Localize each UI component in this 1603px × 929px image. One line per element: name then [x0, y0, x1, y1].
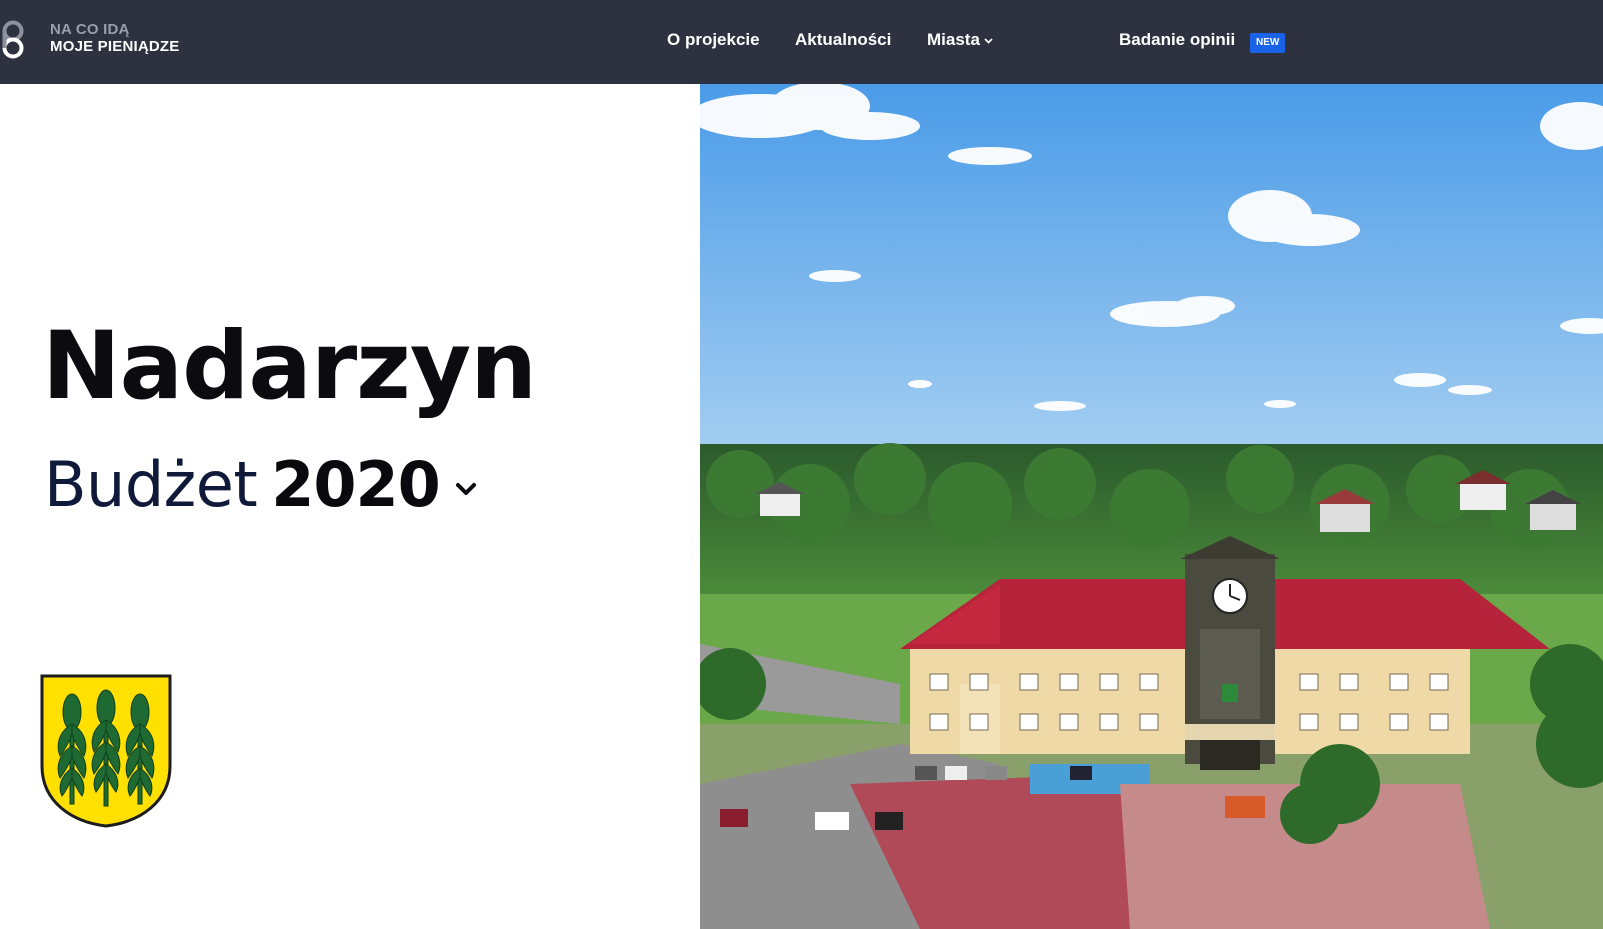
town-hall-aerial-photo [700, 84, 1603, 929]
new-badge: NEW [1250, 33, 1286, 53]
chevron-down-icon[interactable] [452, 479, 480, 499]
site-logo[interactable]: NA CO IDĄ MOJE PIENIĄDZE [0, 14, 220, 64]
logo-text-top: NA CO IDĄ [50, 21, 130, 38]
budget-year-selector[interactable]: Budżet 2020 [44, 448, 476, 521]
nav-link-badanie-opinii[interactable]: Badanie opinii [1119, 30, 1235, 50]
nav-link-aktualnosci[interactable]: Aktualności [795, 30, 891, 50]
town-hall-illustration [700, 84, 1603, 929]
top-navigation-bar: NA CO IDĄ MOJE PIENIĄDZE O projekcie Akt… [0, 0, 1603, 84]
logo-icon [2, 20, 24, 59]
nav-dropdown-miasta[interactable]: Miasta [927, 30, 993, 50]
nav-dropdown-miasta-label: Miasta [927, 30, 980, 49]
budget-label: Budżet [44, 448, 258, 521]
city-title: Nadarzyn [42, 312, 537, 421]
budget-year[interactable]: 2020 [271, 448, 441, 521]
coat-of-arms-icon [40, 674, 172, 828]
chevron-down-icon [984, 37, 993, 44]
nav-link-o-projekcie[interactable]: O projekcie [667, 30, 760, 50]
logo-text-bottom: MOJE PIENIĄDZE [50, 38, 180, 55]
